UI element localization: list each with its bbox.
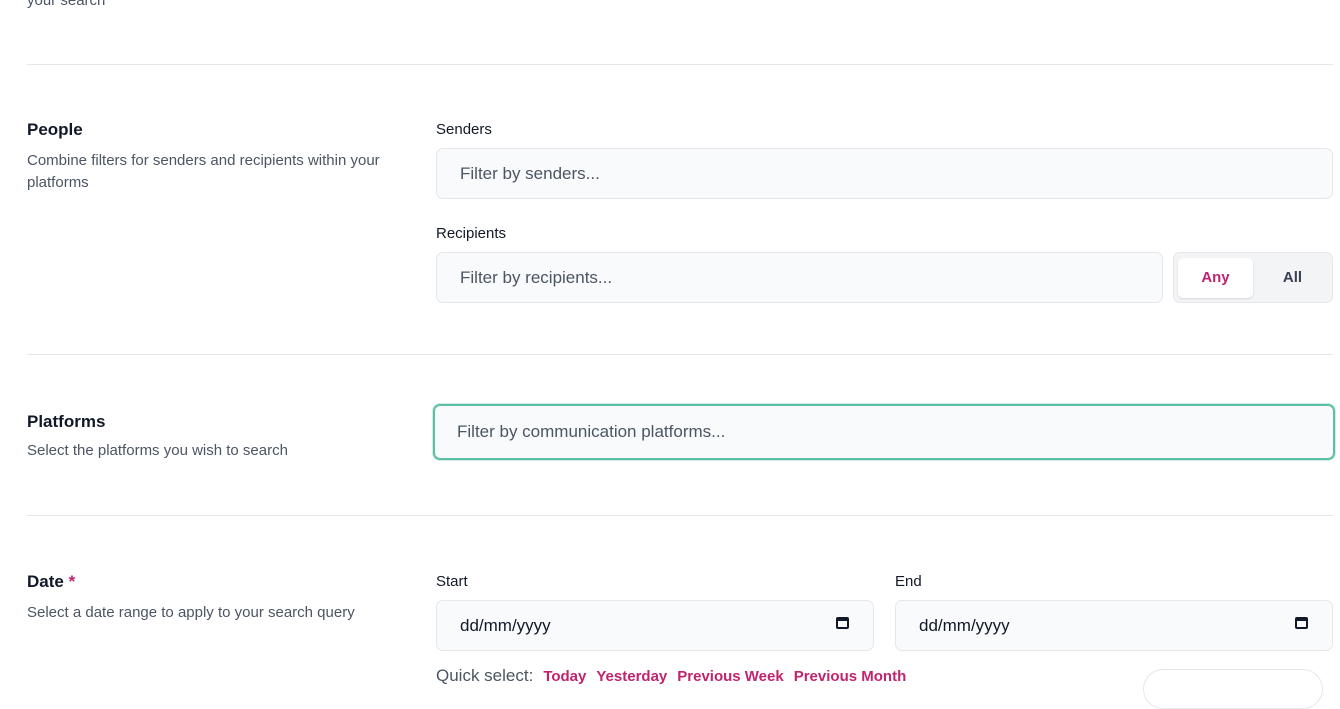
date-title-text: Date: [27, 572, 64, 591]
end-date-value: dd/mm/yyyy: [919, 615, 1010, 635]
people-section-title: People: [27, 120, 83, 139]
end-date-label: End: [895, 573, 922, 590]
platforms-section-description: Select the platforms you wish to search: [27, 442, 288, 459]
recipients-label: Recipients: [436, 225, 507, 242]
quick-select-previous-month[interactable]: Previous Month: [794, 668, 907, 685]
date-section-description: Select a date range to apply to your sea…: [27, 604, 355, 621]
quick-select-yesterday[interactable]: Yesterday: [596, 668, 667, 685]
calendar-icon[interactable]: [1295, 617, 1308, 629]
end-date-input[interactable]: dd/mm/yyyy: [895, 600, 1333, 651]
start-date-input[interactable]: dd/mm/yyyy: [436, 600, 874, 651]
match-any-option[interactable]: Any: [1178, 257, 1253, 298]
quick-select-label: Quick select:: [436, 666, 534, 685]
start-date-label: Start: [436, 573, 468, 590]
senders-input[interactable]: Filter by senders...: [436, 148, 1333, 199]
section-divider: [27, 515, 1333, 516]
calendar-icon[interactable]: [836, 617, 849, 629]
quick-select: Quick select: Today Yesterday Previous W…: [436, 666, 906, 686]
required-mark: *: [68, 572, 76, 591]
partial-button[interactable]: [1143, 669, 1323, 709]
quick-select-today[interactable]: Today: [543, 668, 586, 685]
section-divider: [27, 354, 1333, 355]
quick-select-previous-week[interactable]: Previous Week: [677, 668, 783, 685]
match-all-option[interactable]: All: [1257, 258, 1328, 298]
date-section-title: Date *: [27, 572, 75, 592]
recipients-input[interactable]: Filter by recipients...: [436, 252, 1163, 303]
section-divider: [27, 64, 1333, 65]
previous-section-description: your search: [27, 0, 106, 9]
platforms-input[interactable]: Filter by communication platforms...: [433, 404, 1335, 460]
platforms-section-title: Platforms: [27, 412, 106, 431]
recipients-match-toggle: Any All: [1173, 252, 1333, 303]
senders-label: Senders: [436, 121, 492, 138]
start-date-value: dd/mm/yyyy: [460, 615, 551, 635]
people-section-description: Combine filters for senders and recipien…: [27, 152, 380, 191]
